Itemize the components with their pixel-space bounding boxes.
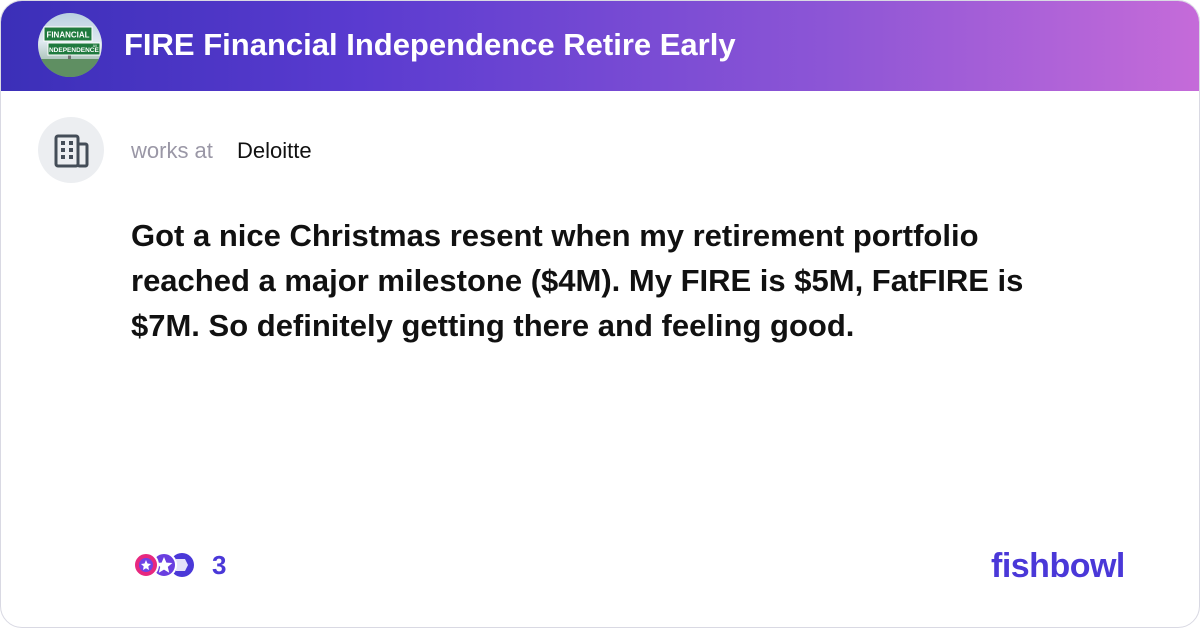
works-at-label: works at (131, 138, 213, 163)
post-card: FINANCIAL INDEPENDENCE AV FIRE Financial… (0, 0, 1200, 628)
svg-text:AV: AV (93, 44, 98, 48)
bowl-avatar[interactable]: FINANCIAL INDEPENDENCE AV (38, 13, 102, 77)
reaction-count[interactable]: 3 (212, 550, 226, 580)
street-sign-icon: FINANCIAL INDEPENDENCE AV (38, 26, 102, 77)
reactions[interactable] (131, 550, 199, 580)
company-name[interactable]: Deloitte (237, 137, 312, 165)
author-avatar (38, 117, 104, 183)
svg-text:INDEPENDENCE: INDEPENDENCE (47, 47, 99, 54)
bowl-title[interactable]: FIRE Financial Independence Retire Early (124, 23, 736, 67)
post-body: Got a nice Christmas resent when my reti… (131, 218, 1024, 343)
heart-reaction-icon (133, 552, 159, 578)
building-icon (54, 134, 89, 168)
svg-text:FINANCIAL: FINANCIAL (46, 31, 89, 40)
fishbowl-logo[interactable]: fishbowl (991, 545, 1125, 587)
bowl-header[interactable]: FINANCIAL INDEPENDENCE AV FIRE Financial… (1, 1, 1199, 91)
